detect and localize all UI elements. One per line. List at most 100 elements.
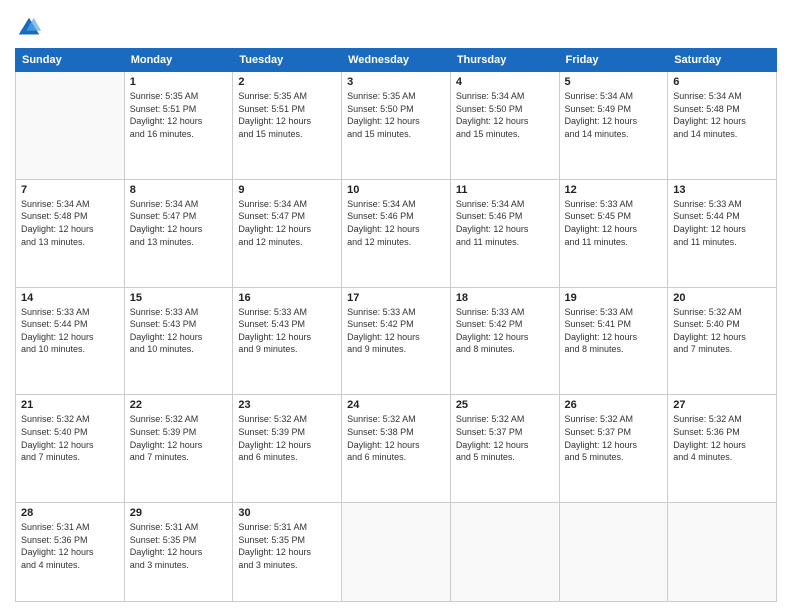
day-info: Sunrise: 5:32 AMSunset: 5:36 PMDaylight:… — [673, 413, 771, 463]
weekday-header: Sunday — [16, 49, 125, 72]
calendar-cell: 14 Sunrise: 5:33 AMSunset: 5:44 PMDayligh… — [16, 287, 125, 395]
day-info: Sunrise: 5:33 AMSunset: 5:43 PMDaylight:… — [238, 306, 336, 356]
day-number: 30 — [238, 507, 336, 519]
calendar-week-row: 1 Sunrise: 5:35 AMSunset: 5:51 PMDaylight… — [16, 72, 777, 180]
weekday-header: Wednesday — [342, 49, 451, 72]
calendar-cell: 9 Sunrise: 5:34 AMSunset: 5:47 PMDaylight… — [233, 179, 342, 287]
day-number: 6 — [673, 76, 771, 88]
day-info: Sunrise: 5:32 AMSunset: 5:40 PMDaylight:… — [21, 413, 119, 463]
day-info: Sunrise: 5:32 AMSunset: 5:39 PMDaylight:… — [130, 413, 228, 463]
day-number: 21 — [21, 399, 119, 411]
day-number: 20 — [673, 292, 771, 304]
day-info: Sunrise: 5:32 AMSunset: 5:38 PMDaylight:… — [347, 413, 445, 463]
day-info: Sunrise: 5:35 AMSunset: 5:50 PMDaylight:… — [347, 90, 445, 140]
calendar-cell: 17 Sunrise: 5:33 AMSunset: 5:42 PMDayligh… — [342, 287, 451, 395]
calendar-cell: 22 Sunrise: 5:32 AMSunset: 5:39 PMDayligh… — [124, 395, 233, 503]
calendar-cell: 28 Sunrise: 5:31 AMSunset: 5:36 PMDayligh… — [16, 503, 125, 602]
day-number: 24 — [347, 399, 445, 411]
calendar-cell — [559, 503, 668, 602]
day-info: Sunrise: 5:31 AMSunset: 5:35 PMDaylight:… — [238, 521, 336, 571]
calendar-cell — [450, 503, 559, 602]
day-info: Sunrise: 5:33 AMSunset: 5:44 PMDaylight:… — [21, 306, 119, 356]
weekday-header: Saturday — [668, 49, 777, 72]
calendar-cell: 8 Sunrise: 5:34 AMSunset: 5:47 PMDaylight… — [124, 179, 233, 287]
calendar-cell: 26 Sunrise: 5:32 AMSunset: 5:37 PMDayligh… — [559, 395, 668, 503]
calendar-cell — [342, 503, 451, 602]
day-info: Sunrise: 5:33 AMSunset: 5:42 PMDaylight:… — [456, 306, 554, 356]
day-number: 25 — [456, 399, 554, 411]
day-info: Sunrise: 5:32 AMSunset: 5:40 PMDaylight:… — [673, 306, 771, 356]
calendar-week-row: 21 Sunrise: 5:32 AMSunset: 5:40 PMDayligh… — [16, 395, 777, 503]
day-info: Sunrise: 5:33 AMSunset: 5:43 PMDaylight:… — [130, 306, 228, 356]
day-info: Sunrise: 5:33 AMSunset: 5:45 PMDaylight:… — [565, 198, 663, 248]
day-number: 14 — [21, 292, 119, 304]
day-number: 13 — [673, 184, 771, 196]
day-number: 15 — [130, 292, 228, 304]
day-number: 8 — [130, 184, 228, 196]
day-info: Sunrise: 5:35 AMSunset: 5:51 PMDaylight:… — [130, 90, 228, 140]
logo — [15, 14, 47, 42]
header — [15, 10, 777, 42]
calendar-cell: 5 Sunrise: 5:34 AMSunset: 5:49 PMDaylight… — [559, 72, 668, 180]
day-number: 16 — [238, 292, 336, 304]
weekday-header: Thursday — [450, 49, 559, 72]
calendar-cell: 19 Sunrise: 5:33 AMSunset: 5:41 PMDayligh… — [559, 287, 668, 395]
calendar-cell: 18Sunrise: 5:33 AMSunset: 5:42 PMDayligh… — [450, 287, 559, 395]
calendar-cell: 13 Sunrise: 5:33 AMSunset: 5:44 PMDayligh… — [668, 179, 777, 287]
day-info: Sunrise: 5:34 AMSunset: 5:47 PMDaylight:… — [130, 198, 228, 248]
calendar-cell: 11Sunrise: 5:34 AMSunset: 5:46 PMDayligh… — [450, 179, 559, 287]
calendar-cell: 15 Sunrise: 5:33 AMSunset: 5:43 PMDayligh… — [124, 287, 233, 395]
weekday-header: Monday — [124, 49, 233, 72]
page: SundayMondayTuesdayWednesdayThursdayFrid… — [0, 0, 792, 612]
calendar-cell — [668, 503, 777, 602]
calendar-cell: 6 Sunrise: 5:34 AMSunset: 5:48 PMDaylight… — [668, 72, 777, 180]
calendar-cell: 3Sunrise: 5:35 AMSunset: 5:50 PMDaylight… — [342, 72, 451, 180]
day-number: 7 — [21, 184, 119, 196]
day-number: 17 — [347, 292, 445, 304]
calendar-cell: 12Sunrise: 5:33 AMSunset: 5:45 PMDayligh… — [559, 179, 668, 287]
day-info: Sunrise: 5:34 AMSunset: 5:49 PMDaylight:… — [565, 90, 663, 140]
day-number: 10 — [347, 184, 445, 196]
calendar-cell: 27 Sunrise: 5:32 AMSunset: 5:36 PMDayligh… — [668, 395, 777, 503]
day-info: Sunrise: 5:33 AMSunset: 5:41 PMDaylight:… — [565, 306, 663, 356]
calendar-cell: 24 Sunrise: 5:32 AMSunset: 5:38 PMDayligh… — [342, 395, 451, 503]
day-info: Sunrise: 5:31 AMSunset: 5:35 PMDaylight:… — [130, 521, 228, 571]
day-number: 27 — [673, 399, 771, 411]
day-info: Sunrise: 5:34 AMSunset: 5:46 PMDaylight:… — [347, 198, 445, 248]
day-number: 5 — [565, 76, 663, 88]
weekday-header: Friday — [559, 49, 668, 72]
logo-icon — [15, 14, 43, 42]
day-number: 26 — [565, 399, 663, 411]
day-number: 2 — [238, 76, 336, 88]
day-number: 23 — [238, 399, 336, 411]
calendar: SundayMondayTuesdayWednesdayThursdayFrid… — [15, 48, 777, 602]
day-info: Sunrise: 5:34 AMSunset: 5:47 PMDaylight:… — [238, 198, 336, 248]
day-info: Sunrise: 5:32 AMSunset: 5:37 PMDaylight:… — [456, 413, 554, 463]
weekday-header: Tuesday — [233, 49, 342, 72]
day-number: 4 — [456, 76, 554, 88]
day-number: 28 — [21, 507, 119, 519]
calendar-cell: 7 Sunrise: 5:34 AMSunset: 5:48 PMDaylight… — [16, 179, 125, 287]
day-info: Sunrise: 5:32 AMSunset: 5:39 PMDaylight:… — [238, 413, 336, 463]
day-info: Sunrise: 5:32 AMSunset: 5:37 PMDaylight:… — [565, 413, 663, 463]
day-info: Sunrise: 5:34 AMSunset: 5:46 PMDaylight:… — [456, 198, 554, 248]
day-number: 22 — [130, 399, 228, 411]
calendar-header-row: SundayMondayTuesdayWednesdayThursdayFrid… — [16, 49, 777, 72]
calendar-cell: 2 Sunrise: 5:35 AMSunset: 5:51 PMDaylight… — [233, 72, 342, 180]
day-number: 1 — [130, 76, 228, 88]
day-info: Sunrise: 5:31 AMSunset: 5:36 PMDaylight:… — [21, 521, 119, 571]
day-info: Sunrise: 5:33 AMSunset: 5:42 PMDaylight:… — [347, 306, 445, 356]
calendar-cell: 30 Sunrise: 5:31 AMSunset: 5:35 PMDayligh… — [233, 503, 342, 602]
day-info: Sunrise: 5:34 AMSunset: 5:50 PMDaylight:… — [456, 90, 554, 140]
day-number: 9 — [238, 184, 336, 196]
day-info: Sunrise: 5:35 AMSunset: 5:51 PMDaylight:… — [238, 90, 336, 140]
calendar-cell: 25 Sunrise: 5:32 AMSunset: 5:37 PMDayligh… — [450, 395, 559, 503]
day-info: Sunrise: 5:34 AMSunset: 5:48 PMDaylight:… — [21, 198, 119, 248]
day-info: Sunrise: 5:34 AMSunset: 5:48 PMDaylight:… — [673, 90, 771, 140]
day-info: Sunrise: 5:33 AMSunset: 5:44 PMDaylight:… — [673, 198, 771, 248]
calendar-cell: 16 Sunrise: 5:33 AMSunset: 5:43 PMDayligh… — [233, 287, 342, 395]
calendar-cell: 10 Sunrise: 5:34 AMSunset: 5:46 PMDayligh… — [342, 179, 451, 287]
day-number: 19 — [565, 292, 663, 304]
calendar-cell: 20 Sunrise: 5:32 AMSunset: 5:40 PMDayligh… — [668, 287, 777, 395]
calendar-cell — [16, 72, 125, 180]
